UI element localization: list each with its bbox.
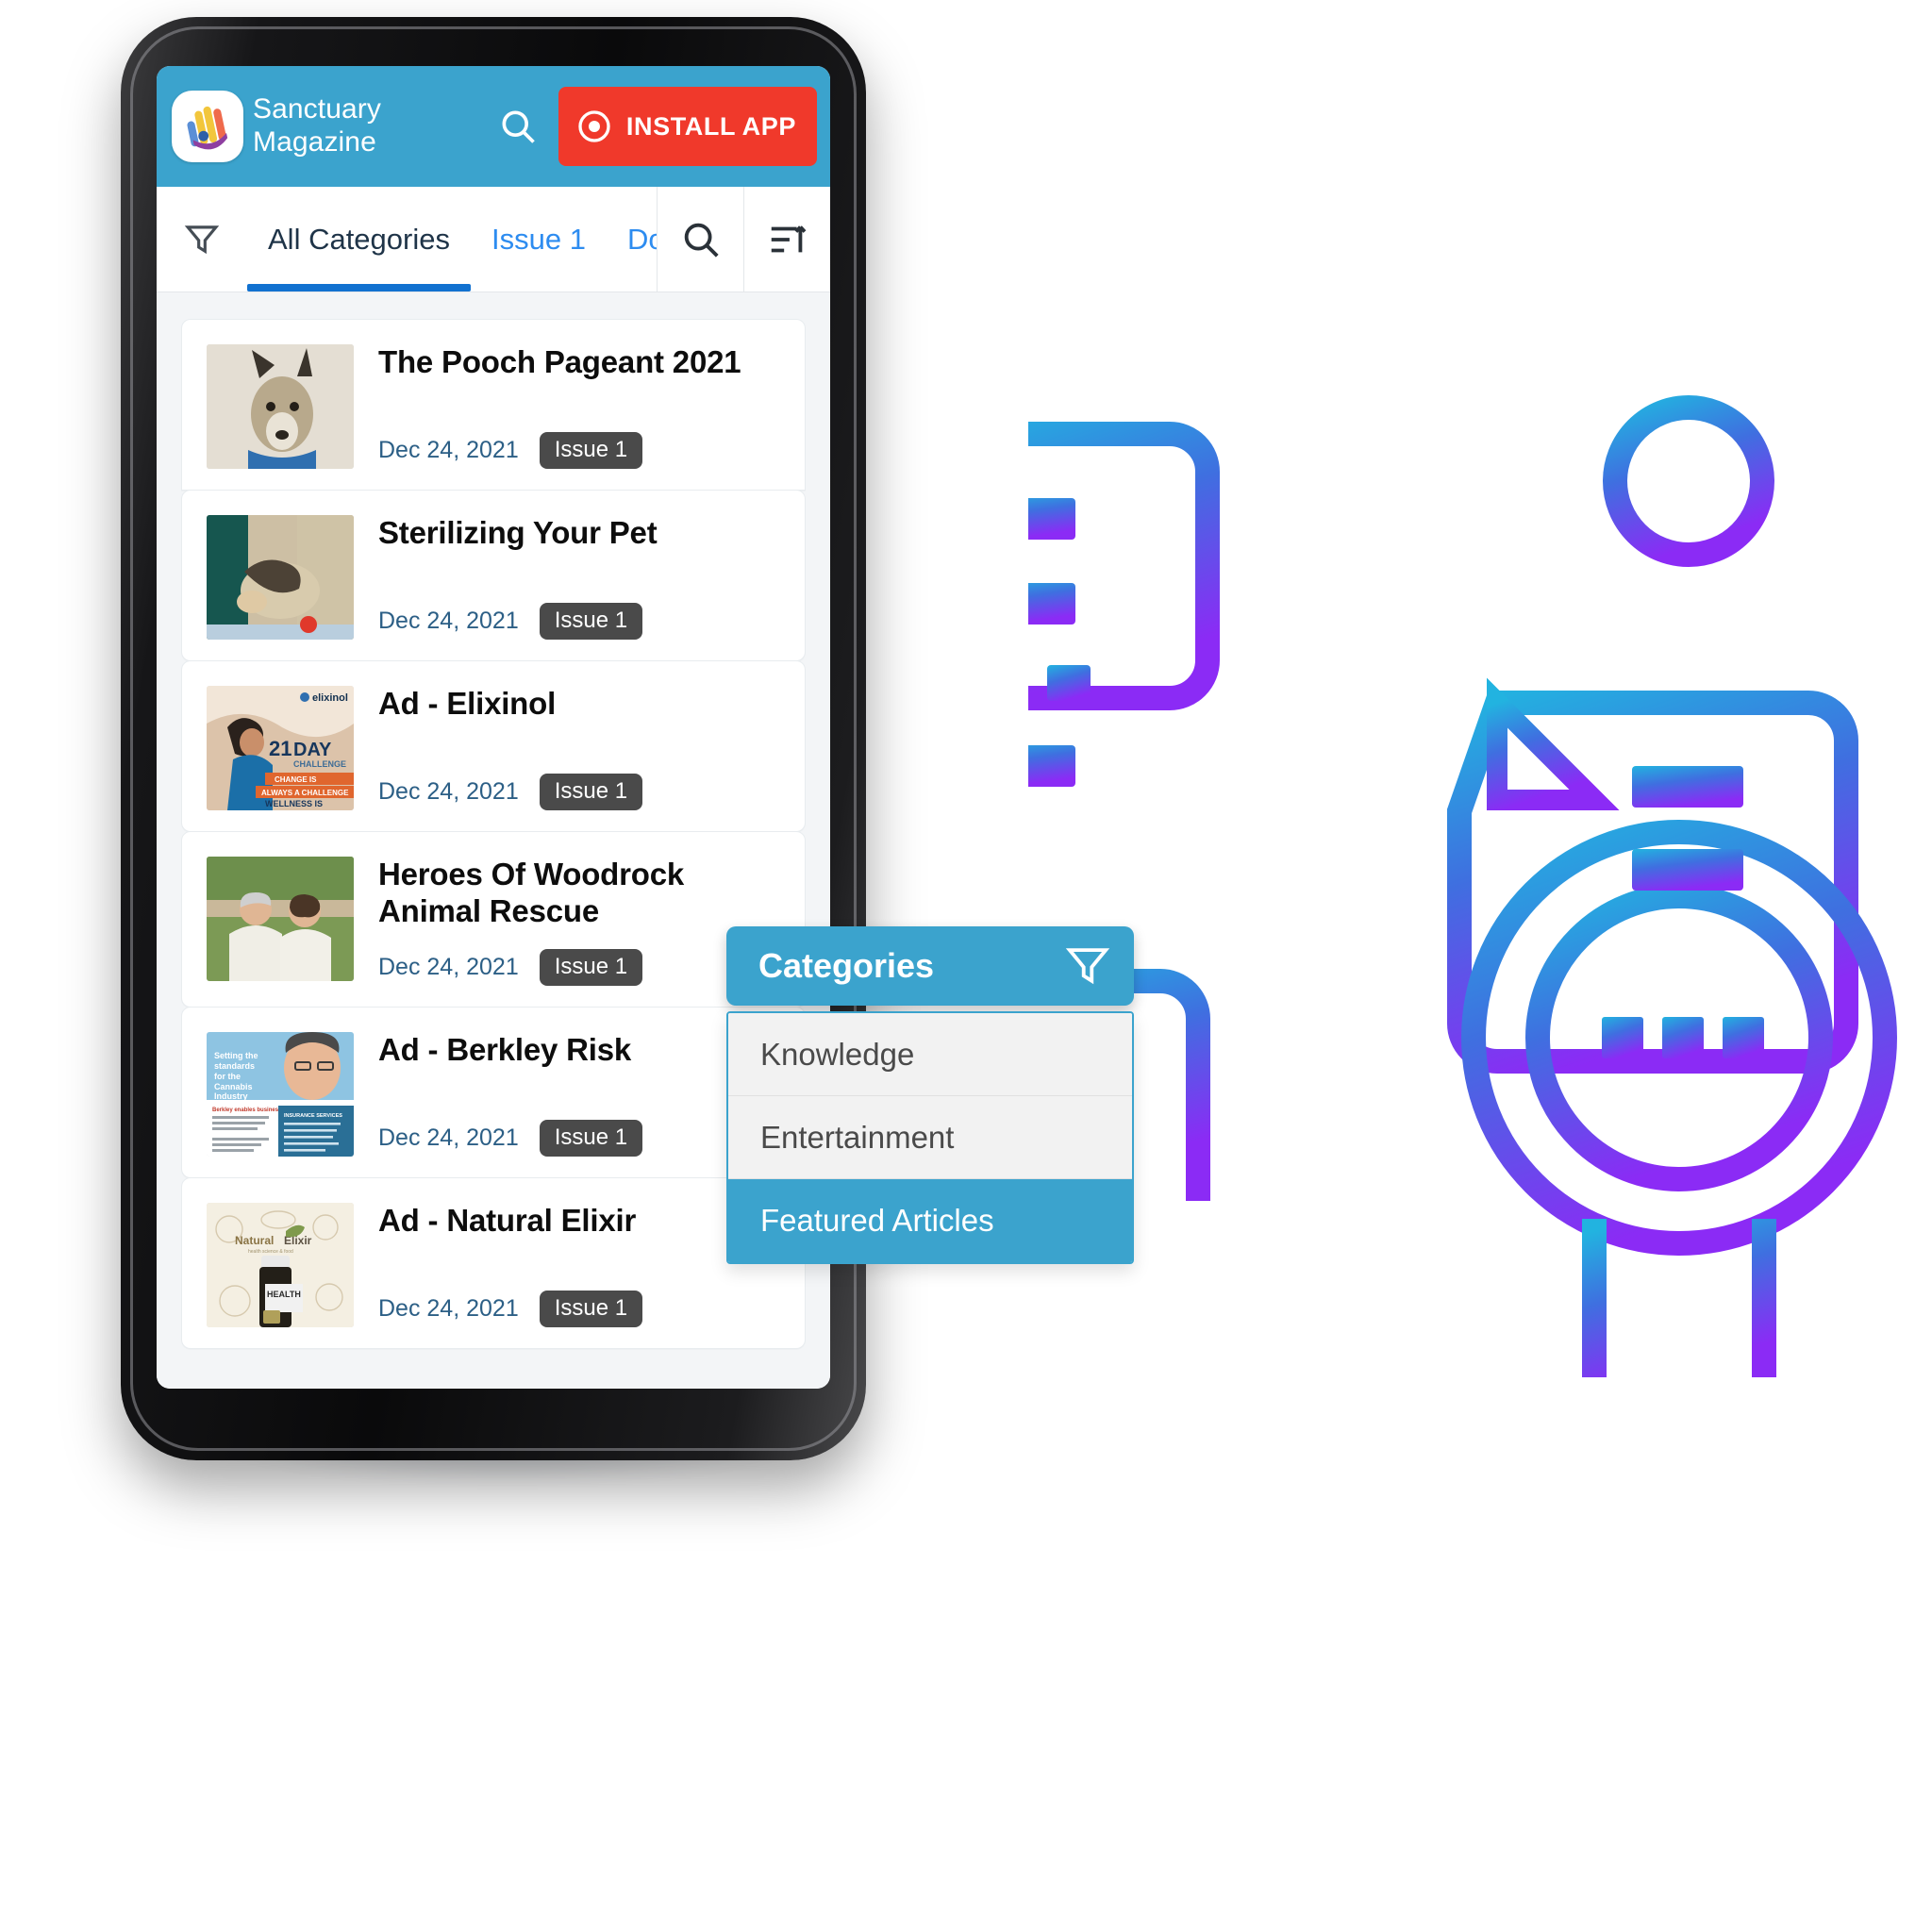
issue-badge: Issue 1 — [539, 603, 643, 640]
article-title: Ad - Elixinol — [378, 686, 557, 721]
svg-text:Berkley enables business: Berkley enables business — [212, 1108, 282, 1113]
article-card[interactable]: The Pooch Pageant 2021 Dec 24, 2021 Issu… — [181, 319, 806, 491]
svg-text:DAY: DAY — [293, 740, 332, 760]
app-title: Sanctuary Magazine — [253, 93, 477, 159]
svg-text:Setting the: Setting the — [214, 1051, 258, 1060]
article-date: Dec 24, 2021 — [378, 1124, 519, 1151]
svg-text:for the: for the — [214, 1072, 241, 1081]
tab-issue-1[interactable]: Issue 1 — [471, 187, 607, 291]
filter-button[interactable] — [157, 187, 247, 291]
issue-badge: Issue 1 — [539, 774, 643, 810]
article-card[interactable]: Sterilizing Your Pet Dec 24, 2021 Issue … — [181, 490, 806, 661]
hand-logo — [172, 91, 243, 162]
tab-label: All Categories — [268, 222, 450, 256]
article-date: Dec 24, 2021 — [378, 1294, 519, 1322]
article-body: The Pooch Pageant 2021 Dec 24, 2021 Issu… — [378, 344, 780, 469]
category-option-label: Entertainment — [760, 1119, 955, 1155]
search-icon — [684, 223, 719, 258]
vet-with-dog-photo — [207, 515, 354, 640]
app-title-line1: Sanctuary — [253, 93, 381, 125]
dog-portrait-photo — [207, 344, 354, 469]
install-app-button[interactable]: INSTALL APP — [558, 87, 817, 166]
article-meta: Dec 24, 2021 Issue 1 — [378, 413, 780, 469]
category-option-label: Knowledge — [760, 1036, 915, 1072]
article-card[interactable]: elixinol 21 DAY CHALLENGE CHANGE IS ALWA… — [181, 660, 806, 832]
search-icon — [502, 110, 535, 143]
article-date: Dec 24, 2021 — [378, 953, 519, 980]
two-people-portrait-photo — [207, 857, 354, 981]
article-card[interactable]: Heroes Of Woodrock Animal Rescue Dec 24,… — [181, 831, 806, 1008]
category-option-entertainment[interactable]: Entertainment — [728, 1096, 1132, 1179]
svg-text:Industry: Industry — [214, 1091, 248, 1101]
tab-all-categories[interactable]: All Categories — [247, 187, 471, 291]
article-card[interactable]: Natural Elixir health science & food HEA… — [181, 1176, 806, 1349]
tabbar-search-button[interactable] — [657, 187, 743, 291]
article-meta: Dec 24, 2021 Issue 1 — [378, 1101, 780, 1157]
article-body: Ad - Elixinol Dec 24, 2021 Issue 1 — [378, 686, 780, 810]
category-option-featured-articles[interactable]: Featured Articles — [728, 1179, 1132, 1262]
article-title: The Pooch Pageant 2021 — [378, 344, 741, 379]
categories-dropdown-header[interactable]: Categories — [726, 926, 1134, 1006]
article-meta: Dec 24, 2021 Issue 1 — [378, 1272, 780, 1327]
svg-text:health science & food: health science & food — [248, 1249, 293, 1255]
tab-domestic[interactable]: Domes — [607, 187, 657, 291]
svg-text:CHALLENGE: CHALLENGE — [293, 759, 346, 769]
funnel-filter-icon — [1065, 948, 1110, 985]
category-option-label: Featured Articles — [760, 1203, 994, 1238]
article-title: Ad - Natural Elixir — [378, 1202, 637, 1238]
article-meta: Dec 24, 2021 Issue 1 — [378, 755, 780, 810]
categories-title: Categories — [758, 946, 935, 985]
category-tabbar: All Categories Issue 1 Domes — [157, 187, 830, 292]
tab-label: Domes — [626, 222, 657, 256]
circuit-filter-funnel-illustration — [902, 377, 1932, 1390]
svg-text:HEALTH: HEALTH — [267, 1290, 301, 1299]
svg-text:CHANGE IS: CHANGE IS — [275, 775, 317, 784]
funnel-filter-icon — [184, 225, 220, 254]
article-body: Ad - Natural Elixir Dec 24, 2021 Issue 1 — [378, 1203, 780, 1327]
issue-badge: Issue 1 — [539, 1119, 643, 1157]
article-meta: Dec 24, 2021 Issue 1 — [378, 584, 780, 640]
svg-text:ALWAYS A CHALLENGE: ALWAYS A CHALLENGE — [261, 789, 349, 797]
svg-text:INSURANCE SERVICES: INSURANCE SERVICES — [284, 1113, 342, 1119]
tabbar-sort-button[interactable] — [743, 187, 830, 291]
screenshot-root: Sanctuary Magazine INSTALL APP All Categ… — [0, 0, 1932, 1932]
install-app-label: INSTALL APP — [625, 111, 796, 141]
svg-text:Cannabis: Cannabis — [214, 1082, 253, 1091]
elixinol-21-day-challenge-ad: elixinol 21 DAY CHALLENGE CHANGE IS ALWA… — [207, 686, 354, 810]
article-date: Dec 24, 2021 — [378, 778, 519, 805]
app-header: Sanctuary Magazine INSTALL APP — [157, 66, 830, 187]
svg-text:elixinol: elixinol — [312, 692, 348, 704]
natural-elixir-bottle-ad: Natural Elixir health science & food HEA… — [207, 1202, 354, 1327]
issue-badge: Issue 1 — [539, 432, 643, 469]
article-card[interactable]: Setting the standards for the Cannabis I… — [181, 1006, 806, 1178]
app-title-line2: Magazine — [253, 126, 376, 158]
header-search-button[interactable] — [487, 106, 549, 147]
article-body: Sterilizing Your Pet Dec 24, 2021 Issue … — [378, 515, 780, 640]
article-title: Ad - Berkley Risk — [378, 1031, 632, 1067]
article-date: Dec 24, 2021 — [378, 608, 519, 634]
category-option-knowledge[interactable]: Knowledge — [728, 1013, 1132, 1096]
target-circle-icon — [578, 110, 610, 142]
article-title: Sterilizing Your Pet — [378, 515, 658, 550]
sort-lines-icon — [771, 225, 806, 252]
tab-scroll-area[interactable]: All Categories Issue 1 Domes — [247, 187, 657, 291]
article-body: Heroes Of Woodrock Animal Rescue Dec 24,… — [378, 857, 780, 986]
svg-text:Natural: Natural — [235, 1234, 274, 1247]
berkley-risk-ad: Setting the standards for the Cannabis I… — [207, 1031, 354, 1157]
article-date: Dec 24, 2021 — [378, 437, 519, 463]
article-body: Ad - Berkley Risk Dec 24, 2021 Issue 1 — [378, 1032, 780, 1157]
svg-text:21: 21 — [269, 737, 291, 760]
article-meta: Dec 24, 2021 Issue 1 — [378, 930, 780, 986]
tab-label: Issue 1 — [491, 222, 586, 256]
svg-text:WELLNESS IS: WELLNESS IS — [265, 799, 323, 808]
issue-badge: Issue 1 — [539, 1290, 643, 1327]
categories-dropdown[interactable]: Categories Knowledge Entertainment Featu… — [726, 926, 1134, 1264]
article-title: Heroes Of Woodrock Animal Rescue — [378, 857, 685, 928]
svg-text:standards: standards — [214, 1061, 255, 1071]
categories-option-list[interactable]: Knowledge Entertainment Featured Article… — [726, 1011, 1134, 1264]
issue-badge: Issue 1 — [539, 948, 643, 986]
